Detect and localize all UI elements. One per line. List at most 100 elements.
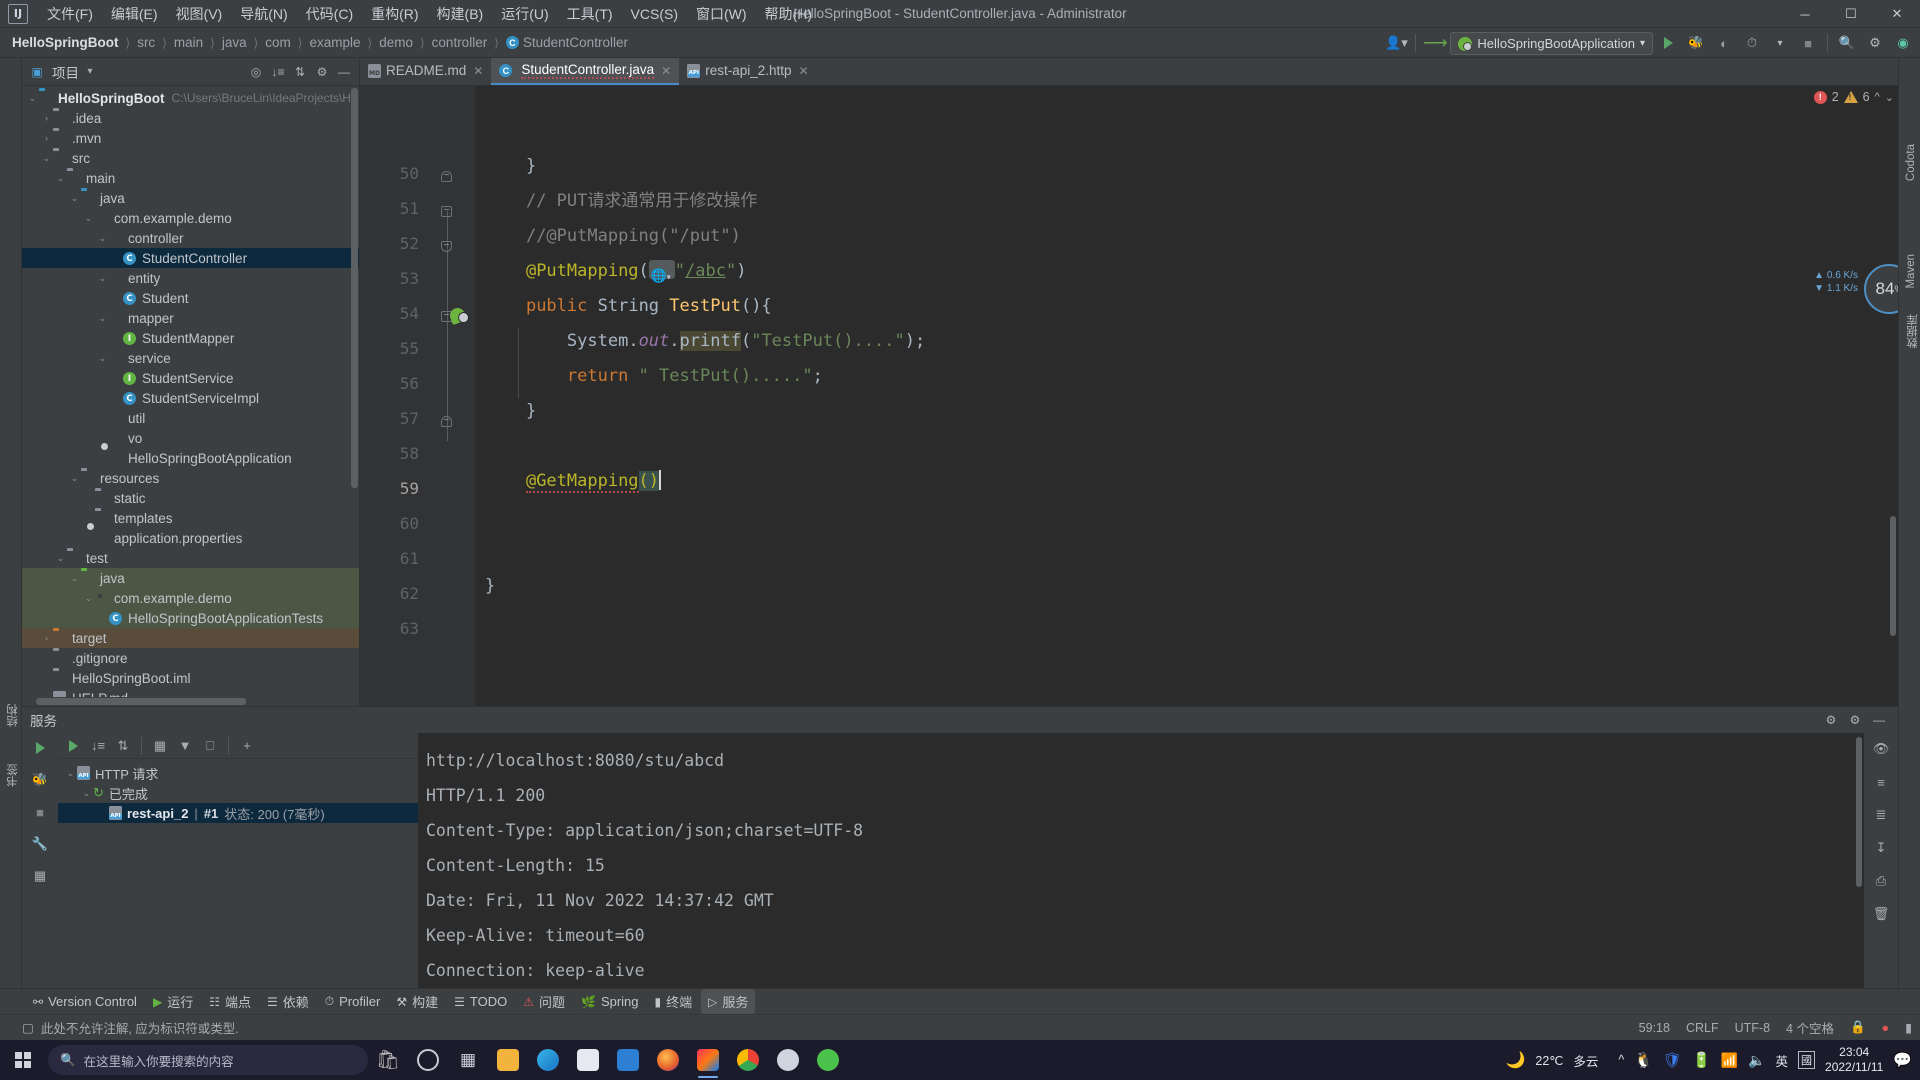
tree-node--idea[interactable]: › .idea (22, 108, 359, 128)
settings-icon[interactable]: ⚙ (311, 61, 333, 83)
tree-node-student[interactable]: C Student (22, 288, 359, 308)
next-problem-icon[interactable]: ⌄ (1885, 91, 1894, 104)
run-configuration-selector[interactable]: HelloSpringBootApplication ▾ (1450, 31, 1653, 55)
maximize-button[interactable]: ☐ (1828, 0, 1874, 28)
menu-file[interactable]: 文件(F) (38, 1, 102, 27)
taskbar-taskview-icon[interactable]: ▦ (448, 1040, 488, 1080)
breadcrumb-com[interactable]: com (261, 33, 295, 52)
tree-expand-arrow[interactable]: ⌄ (54, 173, 67, 184)
menu-run[interactable]: 运行(U) (492, 1, 557, 27)
close-icon[interactable]: ✕ (661, 64, 671, 78)
tree-node-help-md[interactable]: MDHELP.md (22, 688, 359, 697)
menu-view[interactable]: 视图(V) (167, 1, 232, 27)
taskbar-chrome-icon[interactable] (728, 1040, 768, 1080)
taskbar-wechat-icon[interactable] (808, 1040, 848, 1080)
editor-gutter[interactable]: 50 51 52 53 54 55 56 57 58 59 60 61 62 6… (360, 86, 475, 706)
gear-icon[interactable]: ⚙ (1844, 709, 1866, 731)
close-button[interactable]: ✕ (1874, 0, 1920, 28)
toolwindow-button--[interactable]: ⚒ 构建 (389, 989, 445, 1014)
wrench-icon[interactable]: 🔧 (29, 834, 51, 854)
menu-code[interactable]: 代码(C) (297, 1, 362, 27)
menu-build[interactable]: 构建(B) (428, 1, 493, 27)
tree-expand-arrow[interactable]: › (40, 113, 53, 123)
breadcrumb-src[interactable]: src (133, 33, 159, 52)
line-separator[interactable]: CRLF (1686, 1021, 1719, 1035)
add-icon[interactable]: + (236, 736, 258, 756)
taskbar-shopping-icon[interactable]: 🛍 (368, 1040, 408, 1080)
tool-tab-database[interactable]: 数据库 (1902, 308, 1920, 355)
tree-node-studentservice[interactable]: I StudentService (22, 368, 359, 388)
security-icon[interactable]: 🛡 (1663, 1051, 1682, 1069)
tree-expand-arrow[interactable]: ⌄ (82, 213, 95, 224)
qq-icon[interactable]: 🐧 (1634, 1051, 1653, 1069)
taskbar-cortana-icon[interactable] (408, 1040, 448, 1080)
web-path-gutter-icon[interactable] (648, 259, 675, 295)
minimize-button[interactable]: ─ (1782, 0, 1828, 28)
tree-node-studentcontroller[interactable]: C StudentController (22, 248, 359, 268)
tree-node-com-example-demo[interactable]: ⌄ com.example.demo (22, 208, 359, 228)
terminal-icon[interactable]: ▮ (1905, 1020, 1912, 1035)
menu-window[interactable]: 窗口(W) (687, 1, 756, 27)
user-icon[interactable]: 👤▾ (1383, 31, 1409, 55)
breadcrumb-java[interactable]: java (218, 33, 251, 52)
toolwindow-button--[interactable]: ☷ 端点 (202, 989, 258, 1014)
stop-icon[interactable]: ■ (29, 802, 51, 822)
ime-icon[interactable]: 英 (1776, 1051, 1789, 1070)
toolwindow-button-spring[interactable]: 🌿 Spring (574, 991, 646, 1012)
tree-expand-arrow[interactable]: ⌄ (96, 353, 109, 364)
taskbar-edge-icon[interactable] (528, 1040, 568, 1080)
eye-icon[interactable]: 👁 (1870, 739, 1892, 759)
tool-tab-structure[interactable]: 结构 (2, 698, 24, 733)
tree-expand-arrow[interactable]: ⌄ (96, 233, 109, 244)
tab-rest-api[interactable]: API rest-api_2.http ✕ (679, 58, 816, 85)
tree-node-mapper[interactable]: ⌄ mapper (22, 308, 359, 328)
menu-navigate[interactable]: 导航(N) (231, 1, 296, 27)
tree-node-util[interactable]: util (22, 408, 359, 428)
hide-icon[interactable]: — (333, 61, 355, 83)
taskbar-store-icon[interactable] (568, 1040, 608, 1080)
tree-node-templates[interactable]: templates (22, 508, 359, 528)
taskbar-explorer-icon[interactable] (488, 1040, 528, 1080)
inspection-icon[interactable]: ● (1882, 1021, 1890, 1035)
taskbar-firefox-icon[interactable] (648, 1040, 688, 1080)
tab-student-controller[interactable]: C StudentController.java ✕ (491, 58, 680, 85)
tree-expand-arrow[interactable]: ⌄ (80, 788, 93, 799)
toolwindow-button--[interactable]: ▮ 终端 (648, 989, 700, 1014)
services-node-http-[interactable]: ⌄ API HTTP 请求 (58, 763, 418, 783)
taskbar-search-input[interactable]: 🔍 在这里输入你要搜索的内容 (48, 1045, 368, 1075)
start-button[interactable] (0, 1040, 46, 1080)
breadcrumb-example[interactable]: example (305, 33, 364, 52)
updates-icon[interactable]: ⟶ (1422, 31, 1448, 55)
weather-desc[interactable]: 多云 (1573, 1051, 1598, 1070)
run-icon[interactable] (1655, 31, 1681, 55)
taskbar-clock[interactable]: 23:04 2022/11/11 (1825, 1045, 1883, 1075)
lock-icon[interactable]: 🔒 (1850, 1020, 1866, 1035)
tree-node-application-properties[interactable]: application.properties (22, 528, 359, 548)
breadcrumb-controller[interactable]: controller (428, 33, 492, 52)
tree-expand-arrow[interactable]: ⌄ (26, 93, 39, 104)
tool-tab-maven[interactable]: Maven (1902, 248, 1920, 295)
tree-expand-arrow[interactable]: ⌄ (54, 553, 67, 564)
tool-tab-bookmarks[interactable]: 书签 (2, 758, 24, 793)
toolwindow-button-version-control[interactable]: ⚯ Version Control (26, 991, 144, 1012)
code-text[interactable]: } // PUT请求通常用于修改操作 //@PutMapping("/put")… (475, 86, 1880, 706)
stop-icon[interactable]: ■ (1795, 31, 1821, 55)
wifi-icon[interactable]: 📶 (1721, 1052, 1738, 1069)
toolwindow-button--[interactable]: ⚠ 问题 (516, 989, 572, 1014)
ai-icon[interactable]: ◉ (1890, 31, 1916, 55)
tree-expand-arrow[interactable]: › (40, 133, 53, 143)
tree-node-controller[interactable]: ⌄ controller (22, 228, 359, 248)
scroll-end-icon[interactable]: ↧ (1870, 838, 1892, 858)
settings-icon[interactable]: ⚙ (1820, 709, 1842, 731)
chevron-down-icon[interactable]: ▾ (1767, 31, 1793, 55)
fold-end-icon[interactable]: − (440, 239, 453, 252)
fold-collapse-icon[interactable]: − (440, 204, 453, 217)
tree-node-studentserviceimpl[interactable]: C StudentServiceImpl (22, 388, 359, 408)
collapse-icon[interactable]: ⇅ (289, 61, 311, 83)
http-response-panel[interactable]: http://localhost:8080/stu/abcd HTTP/1.1 … (418, 733, 1864, 1002)
hide-icon[interactable]: — (1868, 709, 1890, 731)
tree-node-java[interactable]: ⌄ java (22, 188, 359, 208)
services-node-rest-api-2[interactable]: API rest-api_2 | #1 状态: 200 (7毫秒) (58, 803, 418, 823)
menu-help[interactable]: 帮助(H) (756, 1, 821, 27)
taskbar-mail-icon[interactable] (608, 1040, 648, 1080)
